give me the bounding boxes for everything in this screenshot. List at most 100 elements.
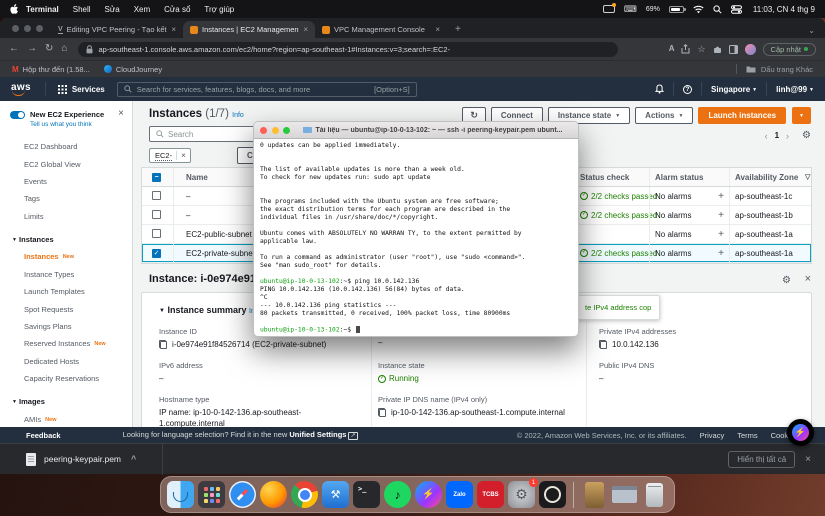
dock-finder-icon[interactable] — [167, 481, 194, 508]
header-alarm-status[interactable]: Alarm status — [649, 168, 713, 186]
tab-search-icon[interactable]: ⌄ — [808, 26, 815, 38]
copy-icon[interactable] — [378, 408, 386, 417]
info-link[interactable]: Info — [232, 112, 244, 119]
menu-2[interactable]: Sửa — [98, 5, 127, 14]
input-source-icon[interactable]: ⌨ — [624, 4, 637, 15]
terminal-window[interactable]: Tài liệu — ubuntu@ip-10-0-13-102: ~ — ss… — [253, 121, 579, 337]
sidebar-item-savings-plans[interactable]: Savings Plans — [0, 318, 132, 335]
bookmark-cloudjourney[interactable]: CloudJourney — [103, 65, 162, 74]
filter-chip[interactable]: EC2- × — [149, 148, 191, 163]
dock-messenger-icon[interactable] — [415, 481, 442, 508]
sidebar-item-spot-requests[interactable]: Spot Requests — [0, 300, 132, 317]
translate-icon[interactable]: A — [669, 45, 675, 53]
row-checkbox[interactable] — [152, 228, 161, 238]
sidebar-item-instance-types[interactable]: Instance Types — [0, 266, 132, 283]
aws-logo[interactable]: aws — [11, 82, 33, 96]
header-availability-zone[interactable]: Availability Zone — [729, 168, 805, 186]
browser-tab[interactable]: VPC Management Console × — [315, 21, 447, 38]
footer-link-terms[interactable]: Terms — [737, 431, 757, 440]
add-alarm-icon[interactable]: + — [713, 248, 729, 259]
prev-page-icon[interactable]: ‹ — [765, 131, 768, 141]
side-panel-icon[interactable] — [728, 44, 738, 54]
sidebar-item-capacity-reservations[interactable]: Capacity Reservations — [0, 370, 132, 387]
profile-avatar[interactable] — [744, 43, 756, 55]
forward-icon[interactable]: → — [27, 44, 37, 54]
row-checkbox[interactable]: ✓ — [152, 249, 161, 258]
sidebar-close-icon[interactable]: × — [118, 109, 124, 119]
row-checkbox[interactable] — [152, 190, 161, 200]
aws-search-bar[interactable]: Search for services, features, blogs, do… — [116, 81, 417, 97]
actions-button[interactable]: Actions ▼ — [635, 107, 694, 124]
table-settings-gear-icon[interactable]: ⚙ — [802, 130, 811, 141]
dock-spotify-icon[interactable] — [384, 481, 411, 508]
detail-close-icon[interactable]: × — [805, 273, 811, 285]
extensions-icon[interactable] — [713, 45, 722, 54]
launch-instances-button[interactable]: Launch instances — [698, 107, 787, 124]
messenger-notification-icon[interactable]: ⚡ — [787, 419, 814, 446]
dock-xcode-icon[interactable] — [322, 481, 349, 508]
feedback-link[interactable]: Feedback — [26, 431, 61, 440]
terminal-content[interactable]: 0 updates can be applied immediately. The… — [254, 139, 578, 336]
dock-settings-icon[interactable]: 1 — [508, 478, 538, 508]
sidebar-item-amis[interactable]: AMIs New — [0, 411, 132, 427]
notifications-bell-icon[interactable] — [655, 84, 665, 94]
dock-window-icon[interactable] — [612, 486, 637, 503]
select-all-checkbox[interactable]: − — [152, 173, 161, 182]
sort-icon[interactable]: ▽ — [805, 173, 811, 181]
share-icon[interactable] — [681, 44, 690, 54]
dock-safari-icon[interactable] — [229, 481, 256, 508]
remove-filter-icon[interactable]: × — [176, 151, 190, 160]
tell-us-link[interactable]: Tell us what you think — [30, 121, 104, 128]
menu-1[interactable]: Shell — [66, 5, 98, 14]
new-tab-button[interactable]: + — [455, 24, 461, 35]
detail-settings-gear-icon[interactable]: ⚙ — [782, 275, 791, 286]
add-alarm-icon[interactable]: + — [713, 229, 729, 240]
help-icon[interactable]: ? — [683, 84, 693, 94]
collapse-caret-icon[interactable]: ▼ — [159, 308, 165, 314]
sidebar-item-ec2-dashboard[interactable]: EC2 Dashboard — [0, 138, 132, 155]
sidebar-item-instances[interactable]: Instances New — [0, 248, 132, 265]
copy-icon[interactable] — [159, 340, 167, 349]
account-menu[interactable]: linh@99 ▼ — [776, 85, 814, 94]
back-icon[interactable]: ← — [9, 44, 19, 54]
launch-instances-dropdown[interactable]: ▼ — [792, 107, 811, 124]
dock-trash-icon[interactable] — [646, 482, 663, 507]
region-selector[interactable]: Singapore ▼ — [711, 85, 757, 94]
home-icon[interactable]: ⌂ — [61, 44, 67, 54]
spotlight-icon[interactable] — [713, 4, 722, 14]
tab-close-icon[interactable]: × — [171, 25, 176, 34]
dock-tcbs-icon[interactable]: TCBS — [477, 481, 504, 508]
sidebar-item-ec2-global-view[interactable]: EC2 Global View — [0, 155, 132, 172]
sidebar-item-launch-templates[interactable]: Launch Templates — [0, 283, 132, 300]
download-caret-icon[interactable]: ^ — [131, 454, 136, 464]
browser-tab[interactable]: V Editing VPC Peering - Tạo kết n × — [51, 21, 183, 38]
menu-4[interactable]: Cửa sổ — [157, 5, 197, 14]
dock-terminal-icon[interactable] — [353, 481, 380, 508]
window-controls[interactable] — [6, 18, 51, 38]
downloaded-file[interactable]: peering-keypair.pem — [44, 454, 121, 464]
terminal-window-controls[interactable] — [260, 126, 290, 134]
copy-icon[interactable] — [599, 340, 607, 349]
browser-tab[interactable]: Instances | EC2 Management C × — [183, 21, 315, 38]
url-bar[interactable]: ap-southeast-1.console.aws.amazon.com/ec… — [78, 41, 619, 57]
close-download-bar-icon[interactable]: × — [805, 454, 811, 465]
dock-firefox-icon[interactable] — [260, 481, 287, 508]
screen-mirroring-icon[interactable] — [602, 3, 616, 13]
bookmark-gmail[interactable]: M Hộp thư đến (1.58... — [12, 65, 90, 74]
wifi-icon[interactable] — [693, 5, 704, 14]
menubar-clock[interactable]: 11:03, CN 4 thg 9 — [753, 5, 815, 14]
new-experience-toggle[interactable] — [10, 111, 25, 119]
row-checkbox[interactable] — [152, 209, 161, 219]
show-all-downloads-button[interactable]: Hiển thị tất cả — [728, 450, 796, 468]
dock-downloads-icon[interactable] — [585, 481, 604, 508]
menu-5[interactable]: Trợ giúp — [197, 5, 241, 14]
dock-launchpad-icon[interactable] — [198, 481, 225, 508]
menu-3[interactable]: Xem — [127, 5, 157, 14]
add-alarm-icon[interactable]: + — [713, 210, 729, 221]
reload-icon[interactable]: ↻ — [45, 44, 53, 54]
sidebar-item-reserved-instances[interactable]: Reserved Instances New — [0, 335, 132, 352]
sidebar-item-events[interactable]: Events — [0, 173, 132, 190]
dock-record-icon[interactable] — [539, 481, 566, 508]
apple-menu-icon[interactable] — [10, 3, 19, 15]
dock-chrome-icon[interactable] — [291, 481, 318, 508]
